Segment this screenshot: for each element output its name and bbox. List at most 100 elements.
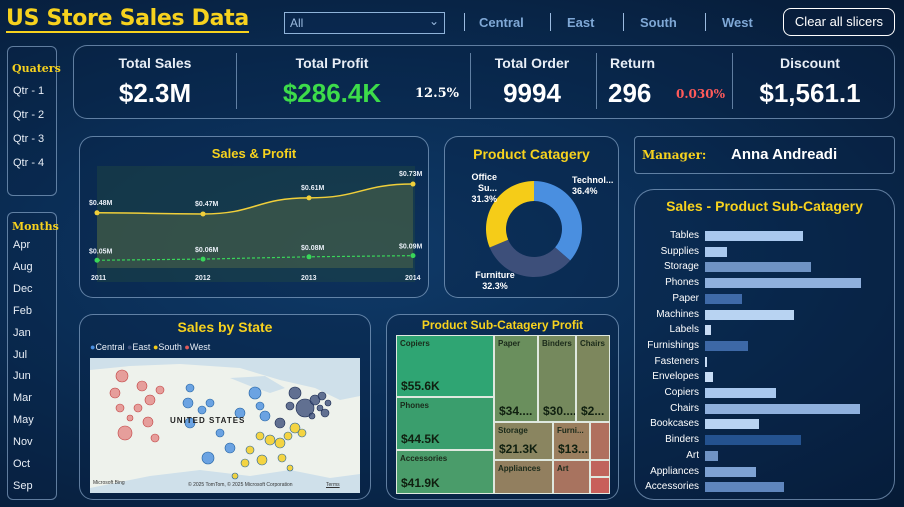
region-button-central[interactable]: Central [479, 15, 524, 30]
map-bubble-south[interactable] [255, 431, 265, 441]
bar[interactable] [705, 293, 743, 304]
map-bubble-central[interactable] [197, 405, 207, 415]
month-item[interactable]: Mar [8, 392, 56, 404]
month-item[interactable]: Oct [8, 458, 56, 470]
quarter-item[interactable]: Qtr - 2 [8, 109, 56, 121]
donut-label-pct: 36.4% [572, 186, 598, 196]
map-bubble-west[interactable] [117, 425, 133, 441]
month-item[interactable]: May [8, 414, 56, 426]
treemap-cell-value: $30.... [543, 404, 576, 418]
month-item[interactable]: Feb [8, 305, 56, 317]
bar-label: Appliances [650, 465, 699, 477]
map-bubble-central[interactable] [182, 397, 194, 409]
map-bubble-east[interactable] [274, 417, 286, 429]
map-bubble-south[interactable] [264, 434, 276, 446]
region-button-east[interactable]: East [567, 15, 594, 30]
map-bubble-central[interactable] [201, 451, 215, 465]
map-bubble-central[interactable] [259, 410, 271, 422]
bar[interactable] [705, 388, 776, 398]
bar[interactable] [705, 340, 749, 351]
map-bubble-west[interactable] [126, 414, 134, 422]
map-bubble-south[interactable] [256, 454, 268, 466]
dashboard-title: US Store Sales Data [6, 6, 249, 33]
map-bubble-south[interactable] [245, 445, 255, 455]
bar[interactable] [705, 231, 803, 241]
bar[interactable] [705, 325, 711, 336]
treemap-cell-binders[interactable]: Binders $30.... [538, 335, 576, 422]
region-separator [550, 13, 551, 31]
map-bubble-central[interactable] [255, 401, 265, 411]
map-bubble-west[interactable] [133, 403, 143, 413]
region-button-west[interactable]: West [722, 15, 753, 30]
treemap-cell-name: Binders [542, 339, 572, 348]
treemap-cell-storage[interactable]: Storage $21.3K [494, 422, 553, 460]
map-bubble-east[interactable] [317, 391, 327, 401]
quarter-item[interactable]: Qtr - 4 [8, 157, 56, 169]
map-bubble-east[interactable] [324, 399, 332, 407]
map-bubble-west[interactable] [109, 387, 121, 399]
map-bubble-west[interactable] [155, 385, 165, 395]
map-bubble-east[interactable] [320, 408, 330, 418]
month-item[interactable]: Sep [8, 480, 56, 492]
treemap-cell-small[interactable] [590, 422, 610, 460]
map-bubble-west[interactable] [136, 380, 148, 392]
treemap-cell-copiers[interactable]: Copiers $55.6K [396, 335, 494, 397]
bar[interactable] [705, 262, 811, 273]
map-bubble-west[interactable] [115, 369, 129, 383]
treemap-cell-small[interactable] [590, 477, 610, 494]
map-bubble-south[interactable] [274, 437, 286, 449]
map-bubble-west[interactable] [144, 394, 156, 406]
region-separator [705, 13, 706, 31]
bar[interactable] [705, 278, 861, 289]
treemap-cell-accessories[interactable]: Accessories $41.9K [396, 450, 494, 494]
map-bubble-central[interactable] [215, 428, 225, 438]
treemap-cell-appliances[interactable]: Appliances [494, 460, 553, 494]
bar[interactable] [705, 372, 713, 383]
treemap-cell-furnishings[interactable]: Furni... $13.... [553, 422, 590, 460]
month-item[interactable]: Apr [8, 239, 56, 251]
month-item[interactable]: Dec [8, 283, 56, 295]
bar[interactable] [705, 246, 728, 257]
map-bubble-south[interactable] [231, 472, 239, 480]
bar[interactable] [705, 450, 718, 461]
us-map[interactable]: UNITED STATES Microsoft Bing © 2025 TomT… [90, 358, 360, 493]
map-bubble-south[interactable] [283, 431, 293, 441]
map-bubble-east[interactable] [288, 386, 302, 400]
month-item[interactable]: Jan [8, 327, 56, 339]
region-button-south[interactable]: South [640, 15, 677, 30]
map-bubble-south[interactable] [277, 453, 287, 463]
map-bubble-central[interactable] [205, 398, 215, 408]
bar[interactable] [705, 482, 784, 493]
bar[interactable] [705, 419, 760, 430]
map-bubble-central[interactable] [248, 386, 262, 400]
map-bubble-west[interactable] [150, 433, 160, 443]
month-item[interactable]: Nov [8, 436, 56, 448]
bar[interactable] [705, 356, 707, 367]
month-item[interactable]: Aug [8, 261, 56, 273]
treemap-cell-chairs[interactable]: Chairs $2... [576, 335, 610, 422]
clear-slicers-button[interactable]: Clear all slicers [783, 8, 895, 36]
map-bubble-south[interactable] [240, 458, 250, 468]
map-bubble-central[interactable] [185, 383, 195, 393]
bar[interactable] [705, 309, 795, 320]
map-bubble-east[interactable] [285, 401, 295, 411]
treemap-cell-art[interactable]: Art [553, 460, 590, 494]
month-item[interactable]: Jul [8, 349, 56, 361]
map-bubble-central[interactable] [224, 442, 236, 454]
quarter-item[interactable]: Qtr - 3 [8, 133, 56, 145]
bar[interactable] [705, 435, 802, 446]
map-terms-link[interactable]: Terms [326, 482, 340, 488]
treemap-cell-phones[interactable]: Phones $44.5K [396, 397, 494, 450]
map-bubble-east[interactable] [308, 412, 316, 420]
month-item[interactable]: Jun [8, 370, 56, 382]
map-bubble-south[interactable] [286, 464, 294, 472]
map-bubble-west[interactable] [115, 403, 125, 413]
treemap-cell-small[interactable] [590, 460, 610, 477]
map-bubble-south[interactable] [297, 428, 307, 438]
map-bubble-west[interactable] [142, 416, 154, 428]
bar[interactable] [705, 466, 756, 477]
quarter-item[interactable]: Qtr - 1 [8, 85, 56, 97]
bar[interactable] [705, 403, 861, 414]
region-dropdown[interactable]: All ⌄ [284, 12, 445, 34]
treemap-cell-paper[interactable]: Paper $34.... [494, 335, 538, 422]
